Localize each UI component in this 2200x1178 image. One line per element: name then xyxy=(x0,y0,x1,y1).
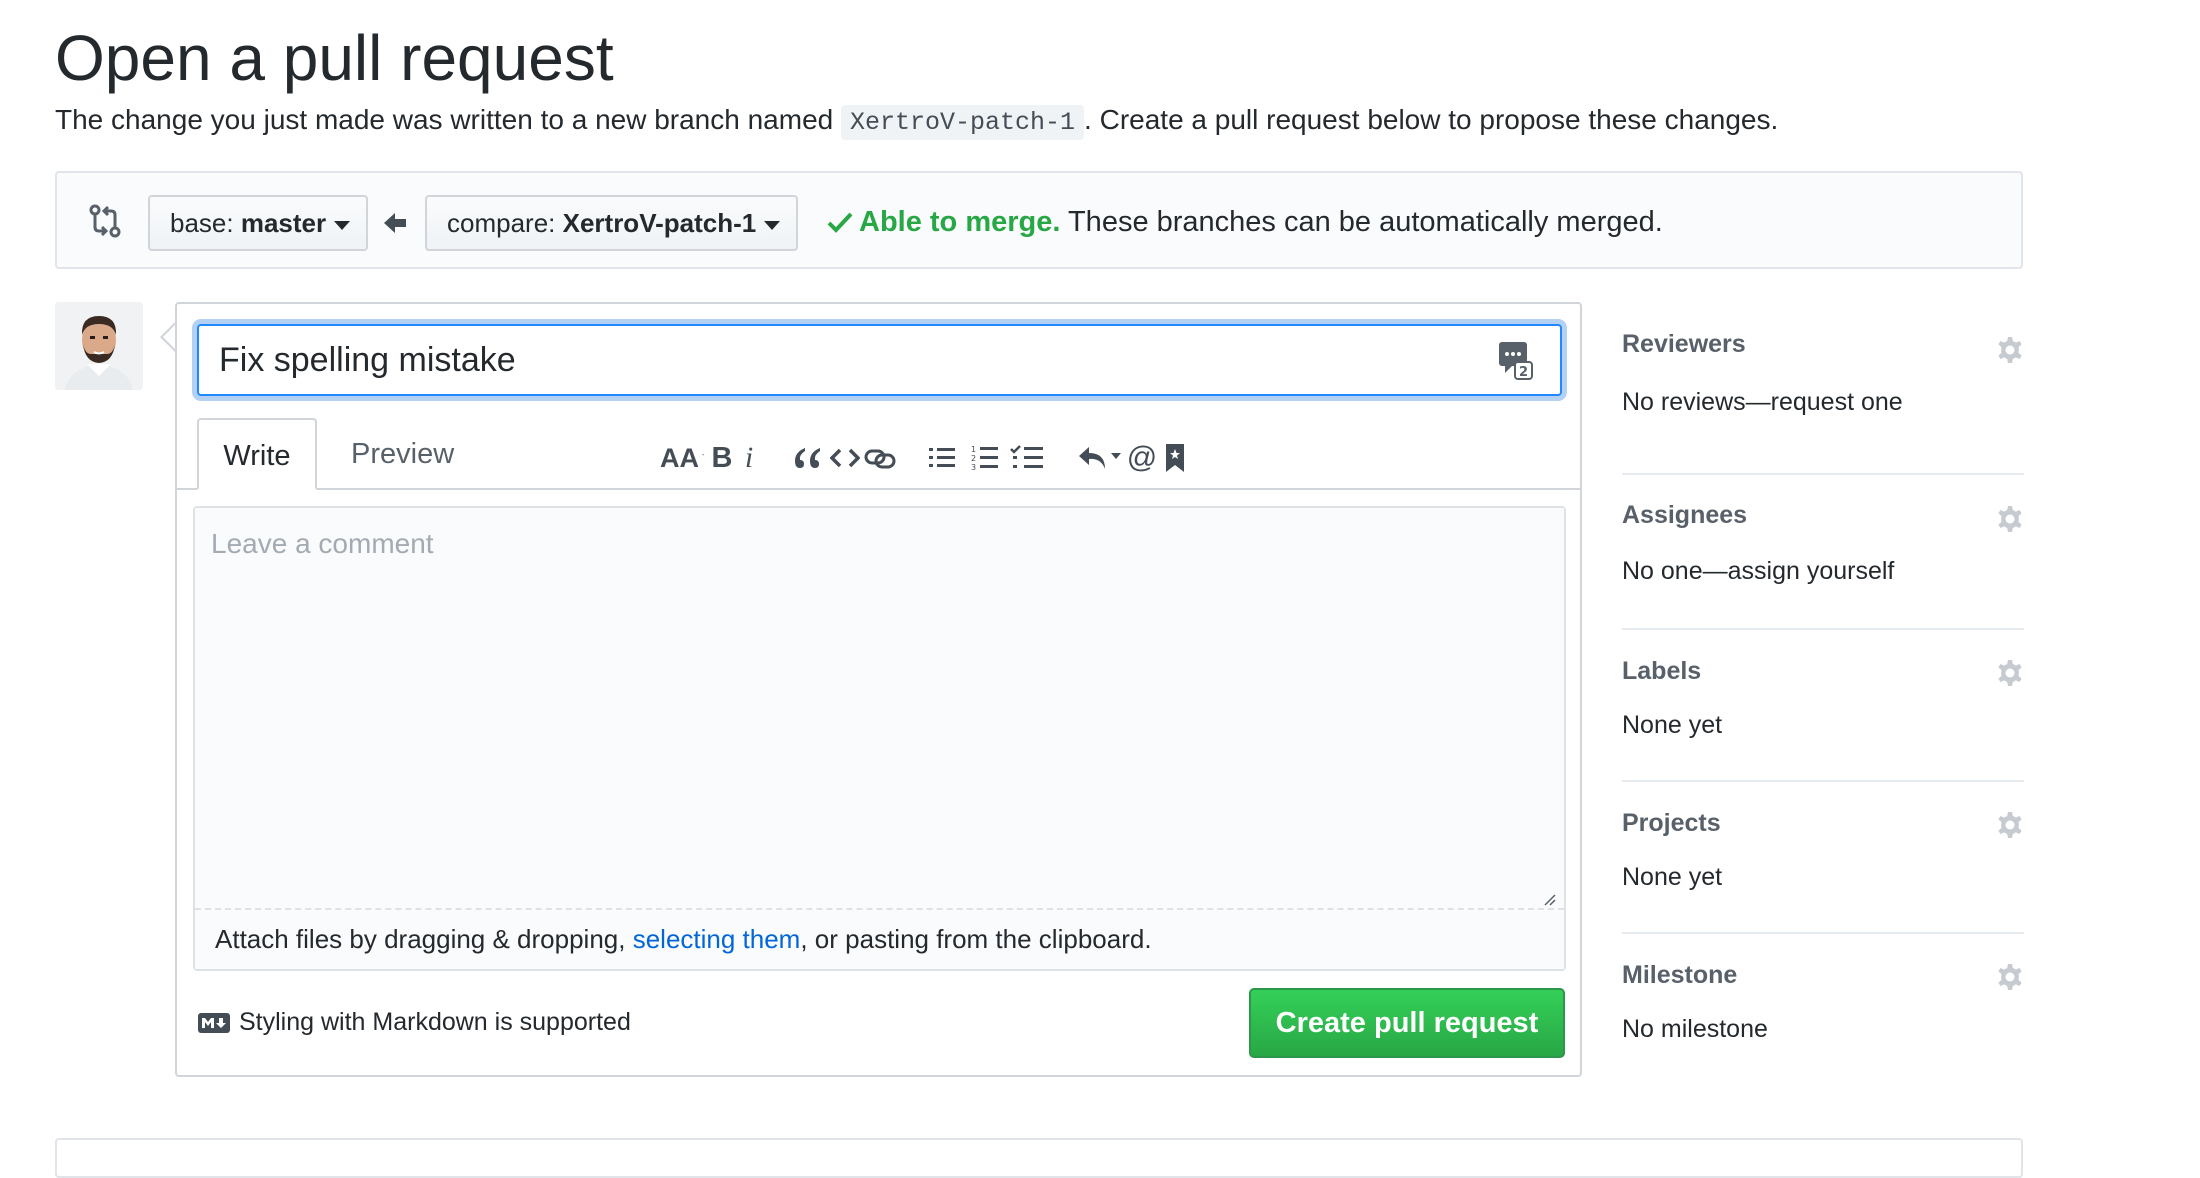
compare-branch-button[interactable]: compare: XertroV-patch-1 xyxy=(425,195,798,251)
gear-icon[interactable] xyxy=(1996,505,2024,533)
sidebar-item-labels: Labels None yet xyxy=(1622,630,2024,782)
sidebar-value-labels: None yet xyxy=(1622,711,1723,739)
saved-replies-icon[interactable]: 2 xyxy=(1497,340,1533,380)
merge-status: Able to merge. These branches can be aut… xyxy=(827,199,1663,245)
file-attach-bar[interactable]: Attach files by dragging & dropping, sel… xyxy=(195,908,1564,969)
sidebar-label-reviewers: Reviewers xyxy=(1622,330,1746,358)
link-icon[interactable] xyxy=(863,438,897,478)
bold-icon[interactable]: B xyxy=(709,438,735,478)
mention-icon[interactable]: @ xyxy=(1126,438,1158,478)
markdown-note-text: Styling with Markdown is supported xyxy=(239,1008,631,1036)
sidebar-item-milestone: Milestone No milestone xyxy=(1622,934,2024,1087)
compare-branch-label: compare: xyxy=(447,208,563,238)
comment-area: Attach files by dragging & dropping, sel… xyxy=(193,506,1566,971)
gear-icon[interactable] xyxy=(1996,659,2024,687)
sidebar-label-milestone: Milestone xyxy=(1622,961,1738,989)
sidebar-item-assignees: Assignees No one—assign yourself xyxy=(1622,475,2024,630)
gear-icon[interactable] xyxy=(1996,963,2024,991)
bookmark-icon[interactable] xyxy=(1162,438,1188,478)
subtitle-text-after: . Create a pull request below to propose… xyxy=(1084,104,1779,135)
compare-caret-icon xyxy=(764,220,781,230)
page-title: Open a pull request xyxy=(55,22,614,94)
sidebar-label-assignees: Assignees xyxy=(1622,501,1748,529)
markdown-note[interactable]: Styling with Markdown is supported xyxy=(197,1004,631,1040)
compare-bar: base: master compare: XertroV-patch-1 Ab… xyxy=(55,171,2023,269)
tab-preview[interactable]: Preview xyxy=(327,418,478,490)
tab-write[interactable]: Write xyxy=(197,418,317,490)
gear-icon[interactable] xyxy=(1996,811,2024,839)
svg-text:3: 3 xyxy=(971,463,976,472)
sidebar-label-projects: Projects xyxy=(1622,809,1721,837)
editor-tabs: Write Preview AA B i 123 @ xyxy=(177,416,1580,490)
sidebar: Reviewers No reviews—request one Assigne… xyxy=(1622,318,2024,1087)
text-size-glyph: AA xyxy=(660,442,699,473)
sidebar-value-projects: None yet xyxy=(1622,863,1723,891)
select-files-link[interactable]: selecting them xyxy=(633,924,801,954)
attach-text-after: , or pasting from the clipboard. xyxy=(800,924,1152,954)
branch-name-code: XertroV-patch-1 xyxy=(841,105,1085,140)
svg-text:2: 2 xyxy=(971,454,976,463)
pull-request-form: 2 Write Preview AA B i xyxy=(175,302,1582,1077)
comment-textarea[interactable] xyxy=(195,508,1564,908)
base-caret-icon xyxy=(334,220,351,230)
git-compare-icon xyxy=(87,203,123,239)
commits-panel-edge xyxy=(55,1138,2023,1178)
base-branch-value: master xyxy=(240,208,327,238)
base-branch-button[interactable]: base: master xyxy=(148,195,368,251)
page: Open a pull request The change you just … xyxy=(0,0,2200,1178)
sidebar-label-labels: Labels xyxy=(1622,657,1702,685)
svg-text:2: 2 xyxy=(1519,365,1528,380)
svg-text:1: 1 xyxy=(971,445,976,454)
arrow-left-icon xyxy=(382,210,408,236)
text-size-icon[interactable]: AA xyxy=(660,438,704,478)
attach-text-before: Attach files by dragging & dropping, xyxy=(215,924,633,954)
merge-status-text: These branches can be automatically merg… xyxy=(1060,206,1663,238)
sidebar-value-assignees[interactable]: No one—assign yourself xyxy=(1622,557,1894,586)
bold-glyph: B xyxy=(711,441,733,474)
create-pull-request-button[interactable]: Create pull request xyxy=(1249,988,1565,1058)
reply-icon[interactable] xyxy=(1077,438,1123,478)
sidebar-value-reviewers[interactable]: No reviews—request one xyxy=(1622,388,1903,417)
sidebar-item-projects: Projects None yet xyxy=(1622,782,2024,934)
page-subtitle: The change you just made was written to … xyxy=(55,100,1778,143)
compare-branch-value: XertroV-patch-1 xyxy=(562,208,757,238)
base-branch-label: base: xyxy=(170,208,241,238)
task-list-icon[interactable] xyxy=(1010,438,1044,478)
sidebar-item-reviewers: Reviewers No reviews—request one xyxy=(1622,318,2024,475)
gear-icon[interactable] xyxy=(1996,336,2024,364)
resize-handle-icon[interactable] xyxy=(1542,892,1556,906)
ordered-list-icon[interactable]: 123 xyxy=(970,438,1000,478)
mention-glyph: @ xyxy=(1126,441,1158,474)
quote-icon[interactable] xyxy=(792,438,824,478)
merge-status-ok: Able to merge. xyxy=(859,206,1061,238)
title-input[interactable] xyxy=(197,324,1562,396)
markdown-icon xyxy=(197,1008,231,1033)
sidebar-value-milestone: No milestone xyxy=(1622,1015,1768,1043)
unordered-list-icon[interactable] xyxy=(927,438,957,478)
italic-icon[interactable]: i xyxy=(737,438,761,478)
italic-glyph: i xyxy=(744,441,754,474)
avatar[interactable] xyxy=(55,302,143,390)
code-icon[interactable] xyxy=(829,438,861,478)
subtitle-text-before: The change you just made was written to … xyxy=(55,104,841,135)
check-icon xyxy=(827,201,853,233)
